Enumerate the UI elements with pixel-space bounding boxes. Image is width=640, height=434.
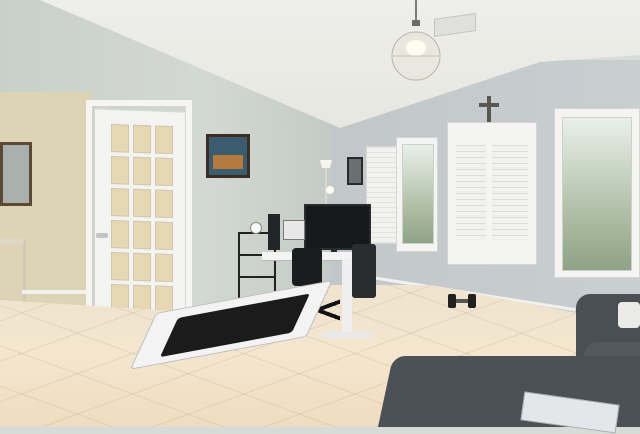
door-pane [111,155,129,185]
door-pane [155,125,173,155]
window-shutter[interactable] [492,145,528,241]
framed-painting [206,134,250,178]
door-pane [111,219,129,249]
door-pane [155,157,173,187]
door-pane [155,221,173,251]
door-pane [155,253,173,283]
computer-tower [268,214,280,250]
window-glass [562,117,632,271]
door-pane [133,188,151,218]
baseboard [22,290,92,294]
door-pane [133,220,151,250]
door-pane [111,187,129,217]
dumbbell-icon [448,294,476,308]
desk-speaker [250,222,262,234]
door-pane [133,156,151,186]
desk-leg [342,258,352,338]
desk-foot [322,332,370,338]
door-pane [133,252,151,282]
door-pane [155,189,173,219]
console-table [0,238,26,308]
wall-cross-icon [479,96,499,124]
door-pane [111,123,129,153]
door-pane [133,124,151,154]
window-glass [402,144,434,244]
floor-lamp [320,160,334,210]
wall-mirror [0,142,32,206]
window-right [554,108,640,278]
door-pane [111,251,129,281]
window-shutter[interactable] [456,145,486,241]
window-center [447,122,537,265]
small-picture-frame [347,157,363,185]
open-shutter-panel[interactable] [366,146,400,244]
laptop [283,220,305,240]
throw-pillow [618,302,640,328]
pendant-lamp-icon [391,0,441,81]
window-left [396,137,438,252]
door-handle[interactable] [96,233,108,238]
hanging-jacket [352,244,376,298]
office-chair [292,248,322,286]
